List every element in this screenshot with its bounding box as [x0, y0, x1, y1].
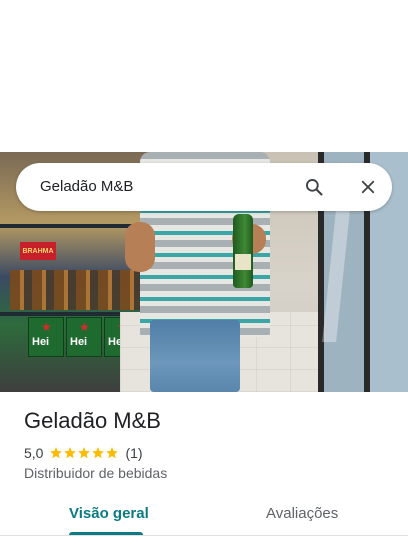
brahma-box-label: BRAHMA: [20, 242, 56, 260]
star-icon: [50, 447, 63, 459]
rating-stars: [49, 446, 119, 460]
star-icon: [106, 447, 119, 459]
star-logo-icon: ★: [79, 320, 90, 334]
star-icon: [92, 447, 105, 459]
tabs-divider: [0, 535, 408, 536]
search-button[interactable]: [302, 175, 326, 199]
search-icon: [306, 179, 323, 196]
bottle-row: [10, 270, 140, 310]
place-name: Geladão M&B: [24, 408, 161, 433]
star-icon: [78, 447, 91, 459]
heineken-box: ★ Hei: [28, 317, 64, 357]
tab-reviews[interactable]: Avaliações: [266, 505, 338, 522]
place-screen: BRAHMA ★ Hei ★ Hei ★ Hei Geladão M&B: [0, 0, 408, 544]
heineken-box: ★ Hei: [66, 317, 102, 357]
star-icon: [64, 447, 77, 459]
clear-search-button[interactable]: [356, 175, 380, 199]
heineken-box-label: Hei: [32, 336, 50, 348]
person-arm: [125, 222, 155, 272]
beer-bottle: [233, 214, 253, 288]
search-query[interactable]: Geladão M&B: [40, 178, 133, 195]
bottle-label: [235, 254, 251, 270]
close-icon: [361, 180, 375, 194]
review-count: (1): [125, 445, 143, 461]
search-bar[interactable]: Geladão M&B: [16, 163, 392, 211]
rating-value: 5,0: [24, 445, 44, 461]
place-category: Distribuidor de bebidas: [24, 465, 168, 481]
person-shorts: [150, 320, 240, 392]
tab-overview[interactable]: Visão geral: [69, 505, 149, 522]
heineken-box-label: Hei: [70, 336, 88, 348]
place-tabs: Visão geral Avaliações: [0, 496, 408, 544]
star-logo-icon: ★: [41, 320, 52, 334]
rating-row[interactable]: 5,0 (1): [24, 444, 143, 462]
